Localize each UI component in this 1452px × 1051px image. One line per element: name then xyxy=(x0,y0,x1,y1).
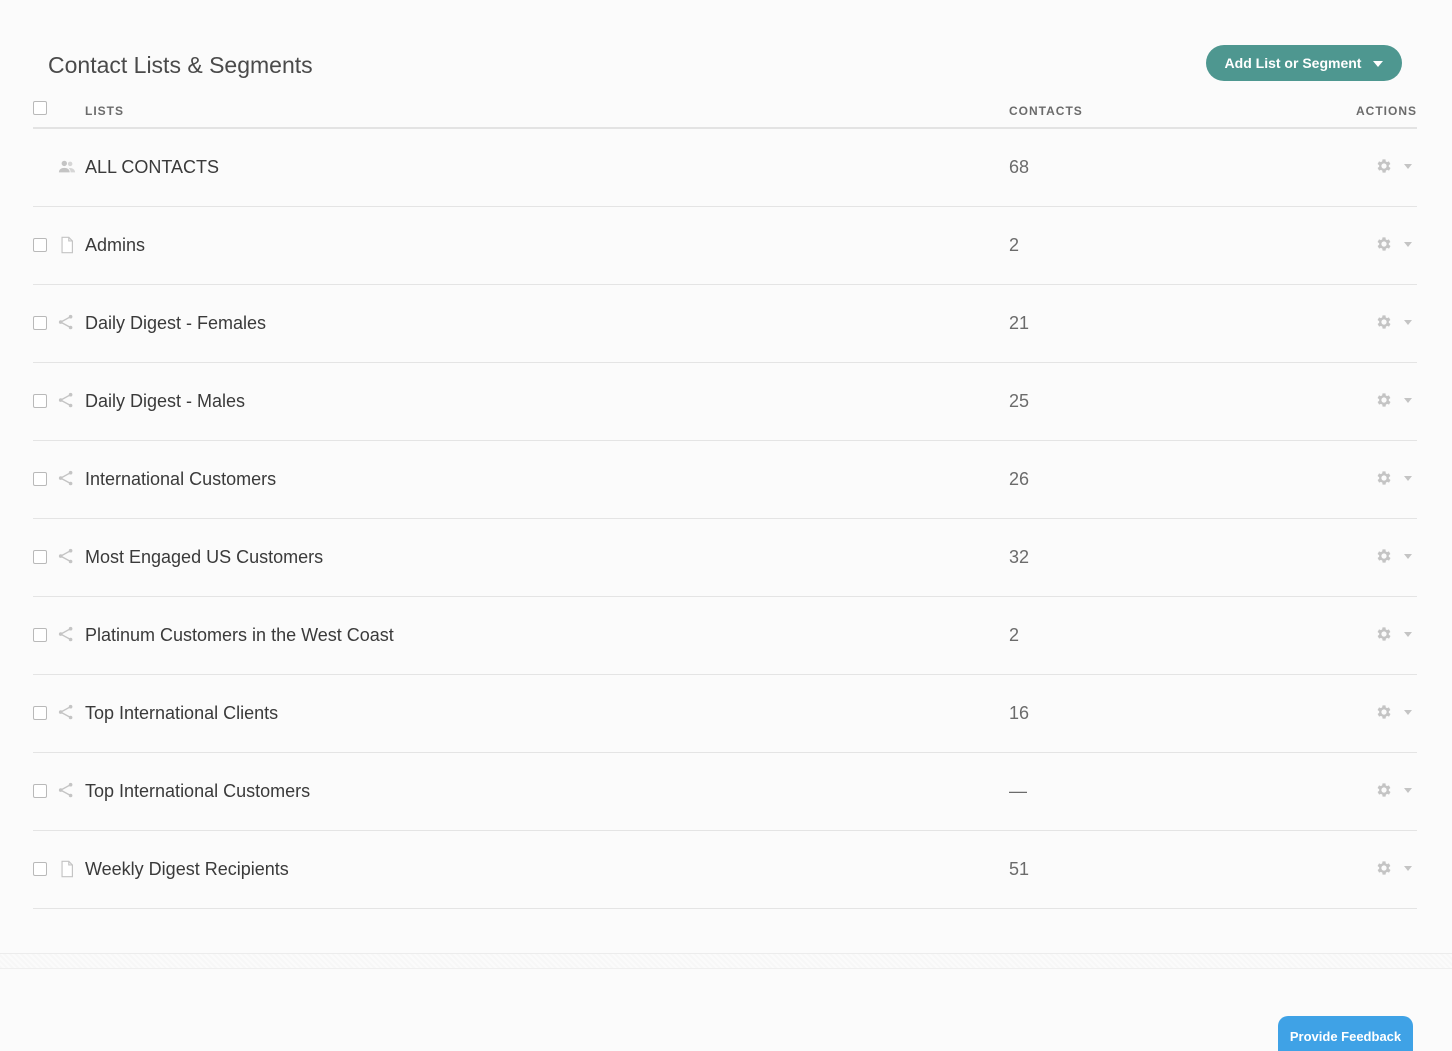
segment-icon xyxy=(58,470,76,488)
row-checkbox[interactable] xyxy=(33,784,47,798)
footer-divider xyxy=(0,953,1452,969)
segment-icon xyxy=(58,782,76,800)
select-all-checkbox[interactable] xyxy=(33,101,47,115)
row-name[interactable]: Top International Clients xyxy=(85,703,278,724)
row-contact-count: 26 xyxy=(1009,469,1030,489)
column-header-contacts: CONTACTS xyxy=(1009,104,1083,118)
table-row-0[interactable]: ALL CONTACTS 68 xyxy=(33,129,1417,207)
document-icon xyxy=(58,860,76,878)
gear-icon[interactable] xyxy=(1375,235,1393,253)
row-contact-count: 32 xyxy=(1009,547,1030,567)
gear-icon[interactable] xyxy=(1375,781,1393,799)
table-row-1[interactable]: Admins 2 xyxy=(33,207,1417,285)
segment-icon xyxy=(58,392,76,410)
row-checkbox[interactable] xyxy=(33,394,47,408)
provide-feedback-button[interactable]: Provide Feedback xyxy=(1278,1016,1413,1051)
table-row-7[interactable]: Top International Clients 16 xyxy=(33,675,1417,753)
gear-icon[interactable] xyxy=(1375,157,1393,175)
segment-icon xyxy=(58,626,76,644)
row-name[interactable]: Top International Customers xyxy=(85,781,310,802)
add-list-or-segment-button[interactable]: Add List or Segment xyxy=(1206,45,1402,81)
gear-icon[interactable] xyxy=(1375,703,1393,721)
row-contact-count: 68 xyxy=(1009,157,1030,177)
row-name[interactable]: Daily Digest - Females xyxy=(85,313,266,334)
row-checkbox[interactable] xyxy=(33,472,47,486)
actions-caret-icon[interactable] xyxy=(1404,398,1412,403)
actions-caret-icon[interactable] xyxy=(1404,476,1412,481)
row-contact-count: 51 xyxy=(1009,859,1030,879)
segment-icon xyxy=(58,314,76,332)
column-header-actions: ACTIONS xyxy=(1356,104,1417,118)
row-contact-count: 2 xyxy=(1009,625,1020,645)
row-name[interactable]: ALL CONTACTS xyxy=(85,157,219,178)
row-checkbox[interactable] xyxy=(33,706,47,720)
column-header-lists: LISTS xyxy=(85,104,125,118)
actions-caret-icon[interactable] xyxy=(1404,164,1412,169)
table-row-9[interactable]: Weekly Digest Recipients 51 xyxy=(33,831,1417,909)
contact-lists-page: Contact Lists & Segments Add List or Seg… xyxy=(0,0,1452,1051)
row-contact-count: 2 xyxy=(1009,235,1020,255)
table-row-3[interactable]: Daily Digest - Males 25 xyxy=(33,363,1417,441)
row-name[interactable]: Admins xyxy=(85,235,145,256)
row-contact-count: 16 xyxy=(1009,703,1030,723)
gear-icon[interactable] xyxy=(1375,313,1393,331)
actions-caret-icon[interactable] xyxy=(1404,710,1412,715)
row-checkbox[interactable] xyxy=(33,862,47,876)
segment-icon xyxy=(58,704,76,722)
actions-caret-icon[interactable] xyxy=(1404,632,1412,637)
gear-icon[interactable] xyxy=(1375,547,1393,565)
actions-caret-icon[interactable] xyxy=(1404,788,1412,793)
actions-caret-icon[interactable] xyxy=(1404,242,1412,247)
table-row-2[interactable]: Daily Digest - Females 21 xyxy=(33,285,1417,363)
gear-icon[interactable] xyxy=(1375,859,1393,877)
actions-caret-icon[interactable] xyxy=(1404,320,1412,325)
row-contact-count: 21 xyxy=(1009,313,1030,333)
row-name[interactable]: Daily Digest - Males xyxy=(85,391,245,412)
people-icon xyxy=(58,158,76,176)
gear-icon[interactable] xyxy=(1375,391,1393,409)
row-name[interactable]: Weekly Digest Recipients xyxy=(85,859,289,880)
table-row-8[interactable]: Top International Customers — xyxy=(33,753,1417,831)
gear-icon[interactable] xyxy=(1375,469,1393,487)
row-checkbox[interactable] xyxy=(33,550,47,564)
table-row-6[interactable]: Platinum Customers in the West Coast 2 xyxy=(33,597,1417,675)
table-row-4[interactable]: International Customers 26 xyxy=(33,441,1417,519)
actions-caret-icon[interactable] xyxy=(1404,866,1412,871)
add-button-label: Add List or Segment xyxy=(1224,55,1362,71)
row-contact-count: — xyxy=(1009,781,1027,801)
row-name[interactable]: Platinum Customers in the West Coast xyxy=(85,625,394,646)
row-checkbox[interactable] xyxy=(33,628,47,642)
document-icon xyxy=(58,236,76,254)
row-checkbox[interactable] xyxy=(33,316,47,330)
page-title: Contact Lists & Segments xyxy=(48,52,313,78)
table-row-5[interactable]: Most Engaged US Customers 32 xyxy=(33,519,1417,597)
row-name[interactable]: International Customers xyxy=(85,469,276,490)
table-body: ALL CONTACTS 68 Admins 2 Daily Digest - … xyxy=(33,129,1417,909)
lists-table: LISTS CONTACTS ACTIONS ALL CONTACTS 68 A… xyxy=(33,96,1417,909)
row-contact-count: 25 xyxy=(1009,391,1030,411)
segment-icon xyxy=(58,548,76,566)
table-header: LISTS CONTACTS ACTIONS xyxy=(33,96,1417,129)
chevron-down-icon xyxy=(1373,61,1384,67)
row-checkbox[interactable] xyxy=(33,238,47,252)
row-name[interactable]: Most Engaged US Customers xyxy=(85,547,323,568)
actions-caret-icon[interactable] xyxy=(1404,554,1412,559)
gear-icon[interactable] xyxy=(1375,625,1393,643)
